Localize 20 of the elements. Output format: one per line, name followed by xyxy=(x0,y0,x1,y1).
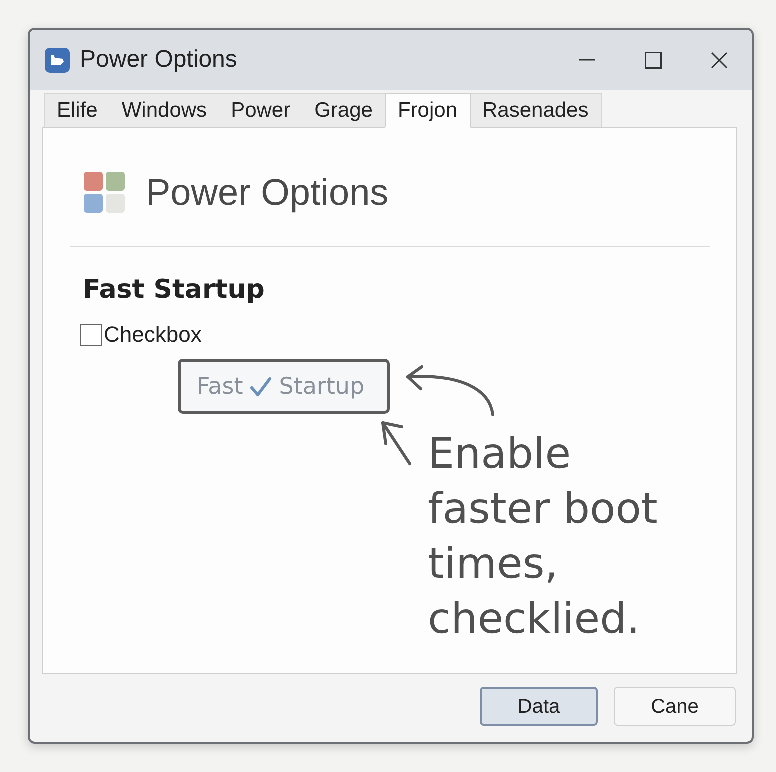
window-title: Power Options xyxy=(80,45,238,75)
close-icon xyxy=(710,52,728,68)
tab[interactable]: Frojon xyxy=(384,93,470,128)
maximize-icon xyxy=(644,52,662,68)
app-logo-icon xyxy=(84,172,125,214)
app-icon xyxy=(45,48,70,72)
checkbox[interactable] xyxy=(80,324,102,346)
pointer-arrow xyxy=(380,419,413,467)
section-title: Fast Startup xyxy=(83,274,265,306)
tab[interactable]: Grage xyxy=(302,93,385,128)
panel-heading: Power Options xyxy=(146,171,389,215)
tab[interactable]: Rasenades xyxy=(470,93,602,128)
dialog-button[interactable]: Data xyxy=(480,687,598,726)
handwritten-note: Enable faster boot times, checklied. xyxy=(428,428,659,646)
dialog-button[interactable]: Cane xyxy=(614,687,736,726)
minimize-icon xyxy=(579,59,595,61)
checkbox-label[interactable]: Checkbox xyxy=(104,324,202,346)
tab[interactable]: Power xyxy=(219,93,303,128)
tab[interactable]: Elife xyxy=(44,93,110,128)
tab[interactable]: Windows xyxy=(110,93,220,128)
